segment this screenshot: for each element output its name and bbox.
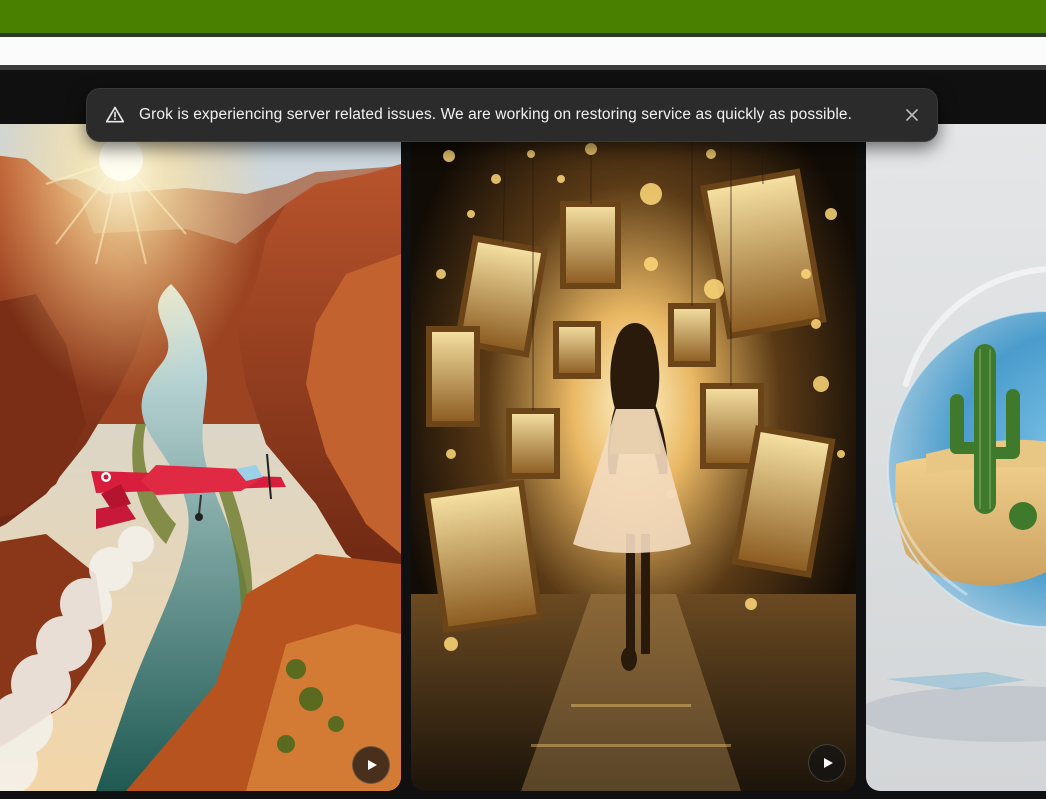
play-button[interactable] <box>352 746 390 784</box>
canyon-plane-image <box>0 124 401 791</box>
close-icon[interactable] <box>905 108 919 122</box>
gallery-card-glass-sphere-cactus[interactable] <box>866 124 1046 791</box>
gallery-card-woman-frames[interactable] <box>411 124 856 791</box>
play-icon <box>824 758 833 768</box>
server-issue-notice: Grok is experiencing server related issu… <box>86 88 938 142</box>
gallery-card-canyon-plane[interactable] <box>0 124 401 791</box>
play-icon <box>368 760 377 770</box>
notice-message: Grok is experiencing server related issu… <box>139 106 852 123</box>
play-button[interactable] <box>808 744 846 782</box>
browser-top-bar <box>0 0 1046 33</box>
warning-triangle-icon <box>105 106 125 123</box>
glass-sphere-cactus-image <box>866 124 1046 791</box>
woman-frames-image <box>411 124 856 791</box>
browser-address-bar[interactable] <box>0 37 1046 65</box>
